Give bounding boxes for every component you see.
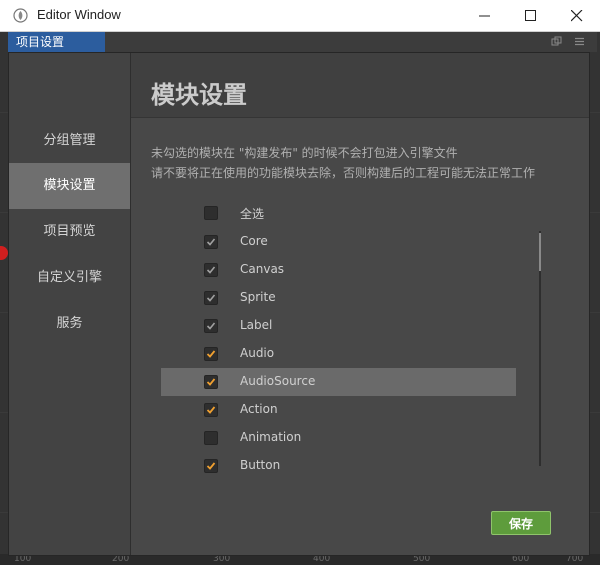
content-header: 模块设置: [131, 53, 589, 118]
project-settings-dialog: 分组管理 模块设置 项目预览 自定义引擎 服务 模块设置 未勾选的模块在 "构建…: [8, 52, 590, 556]
sidebar-item-preview[interactable]: 项目预览: [9, 209, 130, 255]
close-button[interactable]: [554, 0, 600, 31]
module-label: Button: [240, 458, 281, 472]
popout-icon[interactable]: [551, 36, 562, 47]
module-label: AudioSource: [240, 374, 316, 388]
check-icon: [206, 238, 216, 246]
sidebar-item-services[interactable]: 服务: [9, 301, 130, 347]
check-icon: [206, 462, 216, 470]
window-titlebar: Editor Window: [0, 0, 600, 32]
module-row-sprite[interactable]: Sprite: [161, 284, 516, 312]
module-row-audio[interactable]: Audio: [161, 340, 516, 368]
module-checkbox-core: [204, 235, 218, 249]
module-label: Sprite: [240, 290, 276, 304]
module-label: Label: [240, 318, 273, 332]
check-icon: [206, 266, 216, 274]
module-label: Core: [240, 234, 268, 248]
module-checkbox-audio[interactable]: [204, 347, 218, 361]
app-logo-icon: [13, 8, 28, 23]
select-all-row[interactable]: 全选: [161, 199, 516, 227]
sidebar-item-groups[interactable]: 分组管理: [9, 118, 130, 164]
page-title: 模块设置: [151, 81, 247, 109]
save-button[interactable]: 保存: [491, 511, 551, 535]
minimize-button[interactable]: [462, 0, 508, 31]
scrollbar-thumb[interactable]: [539, 233, 541, 271]
menu-icon[interactable]: [574, 36, 585, 47]
module-checkbox-audiosource[interactable]: [204, 375, 218, 389]
module-row-audiosource[interactable]: AudioSource: [161, 368, 516, 396]
maximize-icon: [525, 10, 536, 21]
module-checkbox-button[interactable]: [204, 459, 218, 473]
module-row-label[interactable]: Label: [161, 312, 516, 340]
module-checkbox-sprite: [204, 291, 218, 305]
module-row-action[interactable]: Action: [161, 396, 516, 424]
maximize-button[interactable]: [508, 0, 554, 31]
check-icon: [206, 378, 216, 386]
module-checkbox-canvas: [204, 263, 218, 277]
module-label: Canvas: [240, 262, 285, 276]
sidebar-item-modules[interactable]: 模块设置: [9, 163, 130, 209]
check-icon: [206, 294, 216, 302]
module-checkbox-animation[interactable]: [204, 431, 218, 445]
module-checkbox-action[interactable]: [204, 403, 218, 417]
tab-project-settings[interactable]: 项目设置: [8, 32, 105, 52]
module-label: Audio: [240, 346, 275, 360]
check-icon: [206, 322, 216, 330]
select-all-label: 全选: [240, 207, 265, 221]
module-checkbox-label: [204, 319, 218, 333]
module-row-animation[interactable]: Animation: [161, 424, 516, 452]
panel-tab-strip: [105, 32, 597, 52]
check-icon: [206, 406, 216, 414]
description-line-2: 请不要将正在使用的功能模块去除，否则构建后的工程可能无法正常工作: [151, 166, 536, 180]
module-label: Animation: [240, 430, 302, 444]
settings-sidebar: 分组管理 模块设置 项目预览 自定义引擎 服务: [9, 53, 131, 555]
module-row-button[interactable]: Button: [161, 452, 516, 480]
check-icon: [206, 350, 216, 358]
close-icon: [571, 10, 583, 22]
sidebar-item-custom-engine[interactable]: 自定义引擎: [9, 255, 130, 301]
module-row-canvas[interactable]: Canvas: [161, 256, 516, 284]
module-label: Action: [240, 402, 278, 416]
select-all-checkbox[interactable]: [204, 206, 218, 220]
module-row-core[interactable]: Core: [161, 228, 516, 256]
description-line-1: 未勾选的模块在 "构建发布" 的时候不会打包进入引擎文件: [151, 146, 458, 160]
window-title: Editor Window: [37, 7, 121, 22]
minimize-icon: [479, 15, 490, 17]
